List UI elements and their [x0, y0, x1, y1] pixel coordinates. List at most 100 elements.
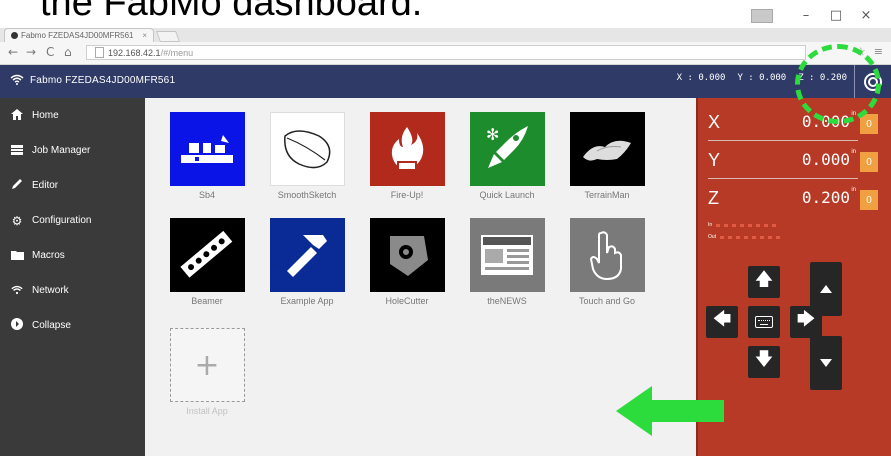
- pointing-hand-icon: [569, 218, 645, 292]
- jog-x-plus-button[interactable]: 🡆: [790, 306, 822, 338]
- jog-y-plus-button[interactable]: 🡅: [748, 266, 780, 298]
- app-label: Sb4: [198, 190, 215, 200]
- home-icon: [10, 108, 24, 123]
- window-controls: – □ ×: [751, 8, 881, 23]
- sidebar-item-editor[interactable]: Editor: [0, 168, 145, 203]
- axis-name: Y: [708, 150, 721, 170]
- wifi-icon: [10, 284, 24, 298]
- app-label: HoleCutter: [385, 296, 429, 306]
- zero-z-button[interactable]: 0: [860, 190, 878, 210]
- sidebar-item-label: Macros: [32, 250, 65, 261]
- app-label: Fire-Up!: [390, 190, 424, 200]
- wifi-icon: [10, 74, 24, 88]
- sidebar-item-label: Configuration: [32, 215, 92, 226]
- app-label: Example App: [280, 296, 334, 306]
- sidebar-item-label: Editor: [32, 180, 59, 191]
- browser-toolbar: ← → C ⌂ 192.168.42.1/#/menu ☆ ≡: [0, 42, 891, 65]
- fabmo-app: Fabmo FZEDAS4JD00MFR561 X : 0.000 Y : 0.…: [0, 65, 891, 456]
- axis-name: X: [708, 112, 721, 132]
- tab-strip: Fabmo FZEDAS4JD00MFR561 ×: [0, 28, 891, 42]
- maximize-button[interactable]: □: [821, 8, 851, 23]
- app-label: theNEWS: [487, 296, 527, 306]
- arrow-down-icon: 🡇: [754, 349, 774, 370]
- tool-name: Fabmo FZEDAS4JD00MFR561: [30, 75, 176, 86]
- sb4-icon: [169, 112, 245, 186]
- fire-icon: [369, 112, 445, 186]
- url-path: /#/menu: [160, 48, 194, 58]
- x-readout: X : 0.000: [676, 73, 726, 83]
- zero-x-button[interactable]: 0: [860, 114, 878, 134]
- folder-icon: [10, 249, 24, 263]
- app-tile-smoothsketch[interactable]: SmoothSketch: [267, 112, 347, 200]
- sidebar: Home Job Manager Editor ⚙ Configuration …: [0, 98, 145, 456]
- app-label: Install App: [186, 406, 228, 416]
- highlight-circle-annotation: [795, 44, 881, 124]
- axis-unit: in: [851, 187, 856, 193]
- sidebar-item-label: Home: [32, 110, 59, 121]
- jog-y-minus-button[interactable]: 🡇: [748, 346, 780, 378]
- sidebar-item-job-manager[interactable]: Job Manager: [0, 133, 145, 168]
- sidebar-item-label: Collapse: [32, 320, 71, 331]
- hammer-icon: [269, 218, 345, 292]
- arrow-up-icon: 🡅: [754, 269, 774, 290]
- app-tile-sb4[interactable]: Sb4: [167, 112, 247, 200]
- newspaper-icon: [469, 218, 545, 292]
- caption-text: the FabMo dashboard.: [40, 0, 423, 24]
- pencil-icon: [10, 178, 24, 193]
- sidebar-item-home[interactable]: Home: [0, 98, 145, 133]
- svg-text:✻: ✻: [486, 125, 499, 144]
- new-tab-button[interactable]: [155, 31, 181, 42]
- favicon-icon: [11, 32, 18, 39]
- keyboard-icon: [755, 316, 773, 328]
- app-tile-holecutter[interactable]: HoleCutter: [367, 218, 447, 306]
- jog-x-minus-button[interactable]: 🡄: [706, 306, 738, 338]
- sidebar-item-label: Job Manager: [32, 145, 91, 156]
- arrow-left-icon: 🡄: [712, 309, 732, 330]
- back-button[interactable]: ←: [8, 45, 18, 59]
- browser-menu-icon[interactable]: ≡: [874, 45, 883, 58]
- app-tile-terrainman[interactable]: TerrainMan: [567, 112, 647, 200]
- reload-button[interactable]: C: [46, 45, 54, 59]
- forward-button[interactable]: →: [26, 45, 36, 59]
- holecutter-icon: [369, 218, 445, 292]
- axis-z: Z 0.200 in 0: [708, 182, 878, 212]
- rocket-icon: ✻: [469, 112, 545, 186]
- app-header: Fabmo FZEDAS4JD00MFR561 X : 0.000 Y : 0.…: [0, 65, 891, 98]
- app-label: Quick Launch: [479, 190, 535, 200]
- divider: [708, 178, 858, 179]
- app-tile-fire-up[interactable]: Fire-Up!: [367, 112, 447, 200]
- app-tile-touch-and-go[interactable]: Touch and Go: [567, 218, 647, 306]
- app-tile-beamer[interactable]: Beamer: [167, 218, 247, 306]
- sidebar-item-configuration[interactable]: ⚙ Configuration: [0, 203, 145, 238]
- url-host: 192.168.42.1: [108, 48, 161, 58]
- app-grid: Sb4 SmoothSketch Fire-Up! ✻ Quick Launch: [145, 98, 696, 456]
- close-button[interactable]: ×: [851, 8, 881, 23]
- sidebar-item-label: Network: [32, 285, 69, 296]
- arrow-right-icon: 🡆: [796, 309, 816, 330]
- app-tile-example-app[interactable]: Example App: [267, 218, 347, 306]
- axis-value: 0.200: [801, 188, 850, 207]
- plus-icon: +: [169, 328, 245, 402]
- sidebar-item-network[interactable]: Network: [0, 273, 145, 308]
- zero-y-button[interactable]: 0: [860, 152, 878, 172]
- out-label: Out: [708, 234, 717, 240]
- sidebar-item-macros[interactable]: Macros: [0, 238, 145, 273]
- axis-name: Z: [708, 188, 719, 208]
- address-bar[interactable]: 192.168.42.1/#/menu: [86, 45, 806, 60]
- minimize-button[interactable]: –: [791, 8, 821, 23]
- tab-close-icon[interactable]: ×: [142, 29, 147, 42]
- browser-tab[interactable]: Fabmo FZEDAS4JD00MFR561 ×: [4, 28, 154, 42]
- app-label: Beamer: [191, 296, 223, 306]
- arrow-circle-icon: [10, 318, 24, 333]
- keyboard-jog-button[interactable]: [748, 306, 780, 338]
- jog-z-minus-button[interactable]: [810, 336, 842, 390]
- output-indicators: Out: [708, 234, 781, 240]
- sidebar-item-collapse[interactable]: Collapse: [0, 308, 145, 343]
- home-button[interactable]: ⌂: [64, 45, 72, 59]
- app-tile-quick-launch[interactable]: ✻ Quick Launch: [467, 112, 547, 200]
- divider: [708, 140, 858, 141]
- axis-value: 0.000: [801, 150, 850, 169]
- app-tile-thenews[interactable]: theNEWS: [467, 218, 547, 306]
- triangle-down-icon: [820, 359, 832, 367]
- install-app-tile[interactable]: + Install App: [167, 328, 247, 416]
